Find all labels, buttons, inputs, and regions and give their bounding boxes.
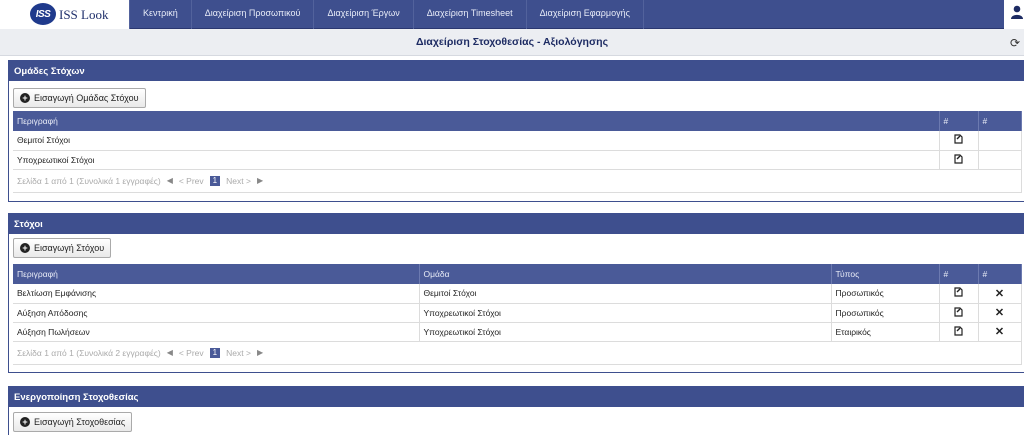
row-description: Αύξηση Απόδοσης (13, 303, 420, 323)
edit-button[interactable] (939, 131, 979, 151)
col-edit: # (939, 111, 979, 131)
nav-application[interactable]: Διαχείριση Εφαρμογής (527, 0, 644, 29)
logo[interactable]: ISS ISS Look (0, 0, 129, 29)
row-description: Θεμιτοί Στόχοι (13, 131, 940, 151)
title-bar: Διαχείριση Στοχοθεσίας - Αξιολόγησης ⟳ (0, 29, 1024, 56)
activation-panel: Ενεργοποίηση Στοχοθεσίας + Εισαγωγή Στοχ… (8, 386, 1024, 435)
close-icon: ✕ (994, 326, 1005, 338)
close-icon: ✕ (994, 307, 1005, 319)
col-type[interactable]: Τύπος (831, 264, 940, 284)
goals-title: Στόχοι (9, 214, 1024, 234)
pager-summary: Σελίδα 1 από 1 (Συνολικά 1 εγγραφές) (17, 175, 161, 186)
empty-cell (978, 131, 1022, 151)
edit-button[interactable] (939, 303, 979, 323)
goal-groups-table: Περιγραφή # # Θεμιτοί Στόχοι Υποχρεωτικο… (13, 111, 1022, 193)
add-goal-group-label: Εισαγωγή Ομάδας Στόχου (34, 93, 139, 103)
add-goal-label: Εισαγωγή Στόχου (34, 243, 105, 253)
row-type: Προσωπικός (831, 284, 940, 304)
col-delete: # (978, 111, 1022, 131)
next-page-link[interactable]: Next > (226, 176, 251, 186)
page-title: Διαχείριση Στοχοθεσίας - Αξιολόγησης (415, 36, 609, 48)
row-type: Προσωπικός (831, 303, 940, 323)
row-description: Υποχρεωτικοί Στόχοι (13, 150, 940, 170)
logo-badge: ISS (30, 3, 56, 25)
edit-button[interactable] (939, 284, 979, 304)
edit-icon (954, 134, 963, 144)
last-page-icon[interactable]: ▶ (257, 348, 263, 357)
add-goal-group-button[interactable]: + Εισαγωγή Ομάδας Στόχου (13, 88, 146, 108)
goal-groups-panel: Ομάδες Στόχων + Εισαγωγή Ομάδας Στόχου Π… (8, 60, 1024, 202)
row-type: Εταιρικός (831, 322, 940, 342)
row-description: Αύξηση Πωλήσεων (13, 322, 420, 342)
table-header-row: Περιγραφή Ομάδα Τύπος # # (13, 264, 1022, 284)
add-goal-button[interactable]: + Εισαγωγή Στόχου (13, 238, 112, 258)
activation-title: Ενεργοποίηση Στοχοθεσίας (9, 387, 1024, 407)
user-menu[interactable] (1004, 0, 1024, 29)
col-group[interactable]: Ομάδα (419, 264, 832, 284)
edit-icon (954, 306, 963, 317)
delete-button[interactable]: ✕ (978, 284, 1022, 304)
pager-summary: Σελίδα 1 από 1 (Συνολικά 2 εγγραφές) (17, 347, 161, 358)
edit-button[interactable] (939, 322, 979, 342)
pager: Σελίδα 1 από 1 (Συνολικά 1 εγγραφές) ◀ <… (13, 169, 1022, 193)
table-header-row: Περιγραφή # # (13, 111, 1022, 131)
plus-circle-icon: + (20, 417, 30, 427)
pager: Σελίδα 1 από 1 (Συνολικά 2 εγγραφές) ◀ <… (13, 341, 1022, 365)
col-delete: # (978, 264, 1022, 284)
add-activation-button[interactable]: + Εισαγωγή Στοχοθεσίας (13, 412, 133, 432)
goal-groups-title: Ομάδες Στόχων (9, 61, 1024, 81)
table-row[interactable]: Υποχρεωτικοί Στόχοι (13, 150, 1022, 170)
table-row[interactable]: Αύξηση Πωλήσεων Υποχρεωτικοί Στόχοι Εται… (13, 322, 1022, 342)
table-row[interactable]: Βελτίωση Εμφάνισης Θεμιτοί Στόχοι Προσωπ… (13, 284, 1022, 304)
col-description[interactable]: Περιγραφή (13, 111, 940, 131)
edit-icon (954, 287, 963, 297)
top-navbar: ISS ISS Look Κεντρική Διαχείριση Προσωπι… (0, 0, 1024, 29)
current-page[interactable]: 1 (209, 347, 221, 358)
plus-circle-icon: + (20, 243, 30, 253)
plus-circle-icon: + (20, 93, 30, 103)
refresh-icon[interactable]: ⟳ (1010, 37, 1022, 49)
table-row[interactable]: Αύξηση Απόδοσης Υποχρεωτικοί Στόχοι Προσ… (13, 303, 1022, 323)
empty-cell (978, 150, 1022, 170)
nav-timesheet[interactable]: Διαχείριση Timesheet (414, 0, 527, 29)
table-row[interactable]: Θεμιτοί Στόχοι (13, 131, 1022, 151)
row-group: Υποχρεωτικοί Στόχοι (419, 322, 832, 342)
delete-button[interactable]: ✕ (978, 322, 1022, 342)
row-group: Θεμιτοί Στόχοι (419, 284, 832, 304)
edit-button[interactable] (939, 150, 979, 170)
nav-projects[interactable]: Διαχείριση Έργων (314, 0, 414, 29)
nav-personnel[interactable]: Διαχείριση Προσωπικού (192, 0, 315, 29)
user-icon (1011, 5, 1023, 19)
first-page-icon[interactable]: ◀ (167, 348, 173, 357)
row-description: Βελτίωση Εμφάνισης (13, 284, 420, 304)
prev-page-link[interactable]: < Prev (179, 176, 204, 186)
row-group: Υποχρεωτικοί Στόχοι (419, 303, 832, 323)
main-menu: Κεντρική Διαχείριση Προσωπικού Διαχείρισ… (129, 0, 644, 29)
col-edit: # (939, 264, 979, 284)
last-page-icon[interactable]: ▶ (257, 176, 263, 185)
add-activation-label: Εισαγωγή Στοχοθεσίας (34, 417, 126, 427)
logo-text: ISS Look (59, 7, 109, 22)
edit-icon (954, 325, 963, 336)
current-page[interactable]: 1 (209, 175, 221, 186)
col-description[interactable]: Περιγραφή (13, 264, 420, 284)
nav-home[interactable]: Κεντρική (129, 0, 192, 29)
close-icon: ✕ (994, 287, 1005, 300)
goals-table: Περιγραφή Ομάδα Τύπος # # Βελτίωση Εμφάν… (13, 264, 1022, 365)
goals-panel: Στόχοι + Εισαγωγή Στόχου Περιγραφή Ομάδα… (8, 213, 1024, 373)
prev-page-link[interactable]: < Prev (179, 348, 204, 358)
edit-icon (954, 153, 963, 164)
first-page-icon[interactable]: ◀ (167, 176, 173, 185)
next-page-link[interactable]: Next > (226, 348, 251, 358)
delete-button[interactable]: ✕ (978, 303, 1022, 323)
